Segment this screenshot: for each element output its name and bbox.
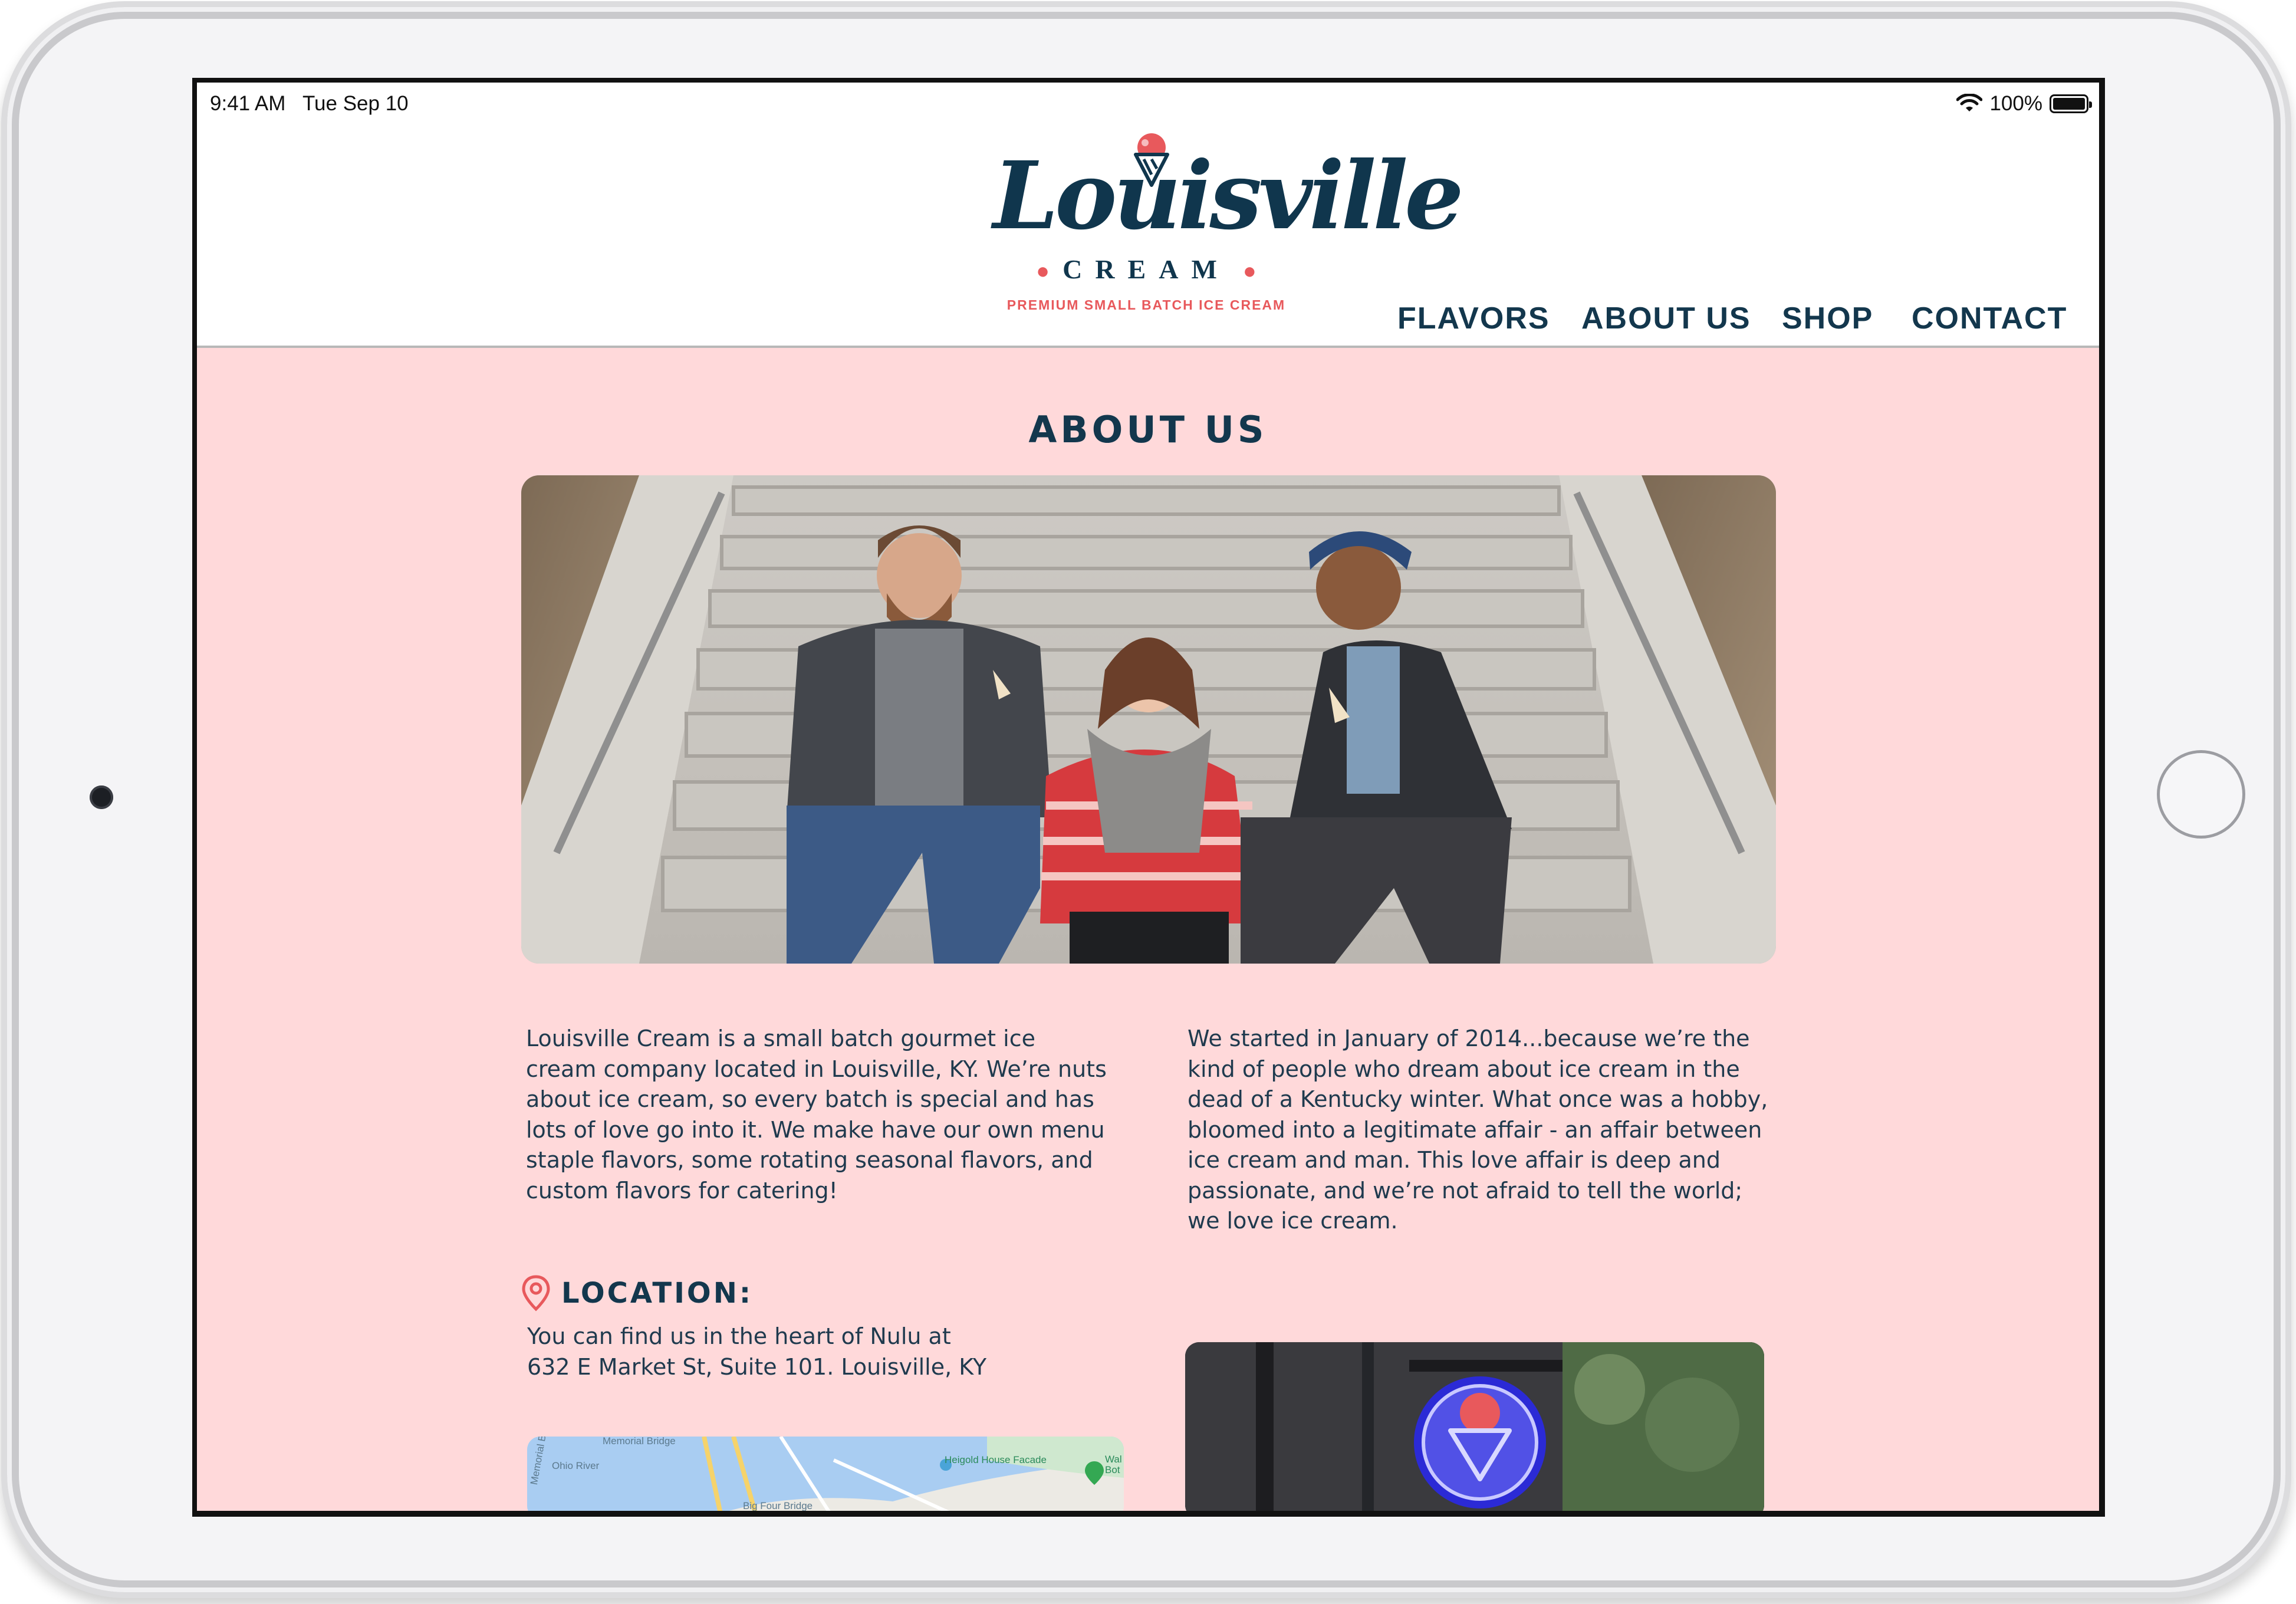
wifi-icon [1956,94,1983,111]
map-pin-icon [522,1275,550,1312]
map-label-place: Heigold House Facade [945,1454,1047,1465]
home-button[interactable] [2157,750,2245,839]
nav-about-us[interactable]: ABOUT US [1581,301,1751,336]
ipad-screen: 9:41 AM Tue Sep 10 100% Louisville ● CRE… [192,78,2105,1517]
status-time: 9:41 AM [210,92,286,115]
page-title: ABOUT US [1028,408,1268,451]
storefront-photo [1185,1342,1764,1511]
status-bar: 9:41 AM Tue Sep 10 100% [197,83,2099,130]
battery-percent: 100% [1989,92,2042,115]
location-address: You can find us in the heart of Nulu at … [527,1321,1058,1382]
location-line-2: 632 E Market St, Suite 101. Louisville, … [527,1354,987,1380]
team-photo-illustration [521,475,1776,964]
nav-contact[interactable]: CONTACT [1912,301,2067,336]
logo-subname: ● CREAM ● [1036,254,1256,284]
map-graphic [527,1437,1124,1511]
status-date: Tue Sep 10 [302,92,409,115]
status-right: 100% [1956,92,2092,116]
intro-paragraph-left: Louisville Cream is a small batch gourme… [526,1025,1107,1204]
team-photo [521,475,1776,964]
location-heading: LOCATION: [521,1275,753,1312]
logo-tagline: PREMIUM SMALL BATCH ICE CREAM [1006,297,1286,313]
site-logo[interactable]: Louisville ● CREAM ● PREMIUM SMALL BATCH I… [993,132,1464,313]
location-map[interactable]: Memorial Bridge Ohio River Memorial Brid… [527,1437,1124,1511]
intro-paragraph-right: We started in January of 2014...because … [1188,1025,1768,1234]
location-label: LOCATION: [561,1277,754,1310]
map-label-cut-place: Wal Bot [1105,1454,1122,1475]
web-page: 9:41 AM Tue Sep 10 100% Louisville ● CRE… [197,83,2099,1511]
battery-icon [2050,94,2092,113]
nav-flavors[interactable]: FLAVORS [1397,301,1550,336]
front-camera [90,785,113,809]
logo-wordmark: Louisville [993,142,1464,251]
status-time-date: 9:41 AM Tue Sep 10 [210,92,409,116]
site-header: Louisville ● CREAM ● PREMIUM SMALL BATCH I… [197,130,2099,348]
storefront-illustration [1185,1342,1764,1511]
map-label-bridge-bottom: Big Four Bridge [743,1500,813,1511]
location-line-1: You can find us in the heart of Nulu at [527,1323,951,1349]
logo-subname-text: CREAM [1063,254,1230,284]
map-label-river: Ohio River [552,1460,600,1471]
map-label-bridge-top: Memorial Bridge [603,1437,676,1447]
nav-shop[interactable]: SHOP [1782,301,1873,336]
